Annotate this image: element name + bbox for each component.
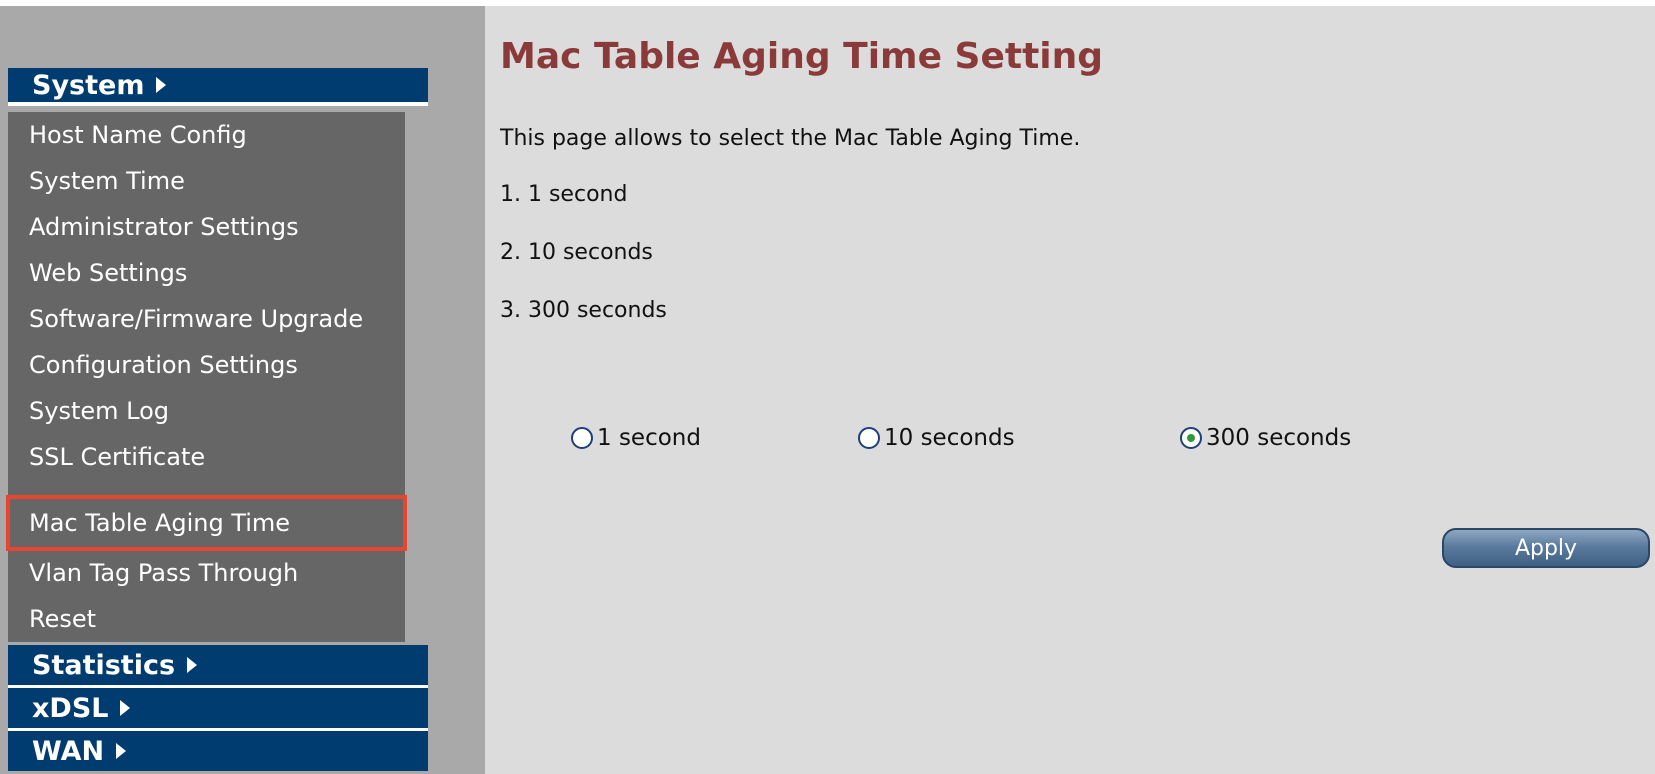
- sidebar-item-software-firmware-upgrade[interactable]: Software/Firmware Upgrade: [8, 296, 405, 342]
- sidebar-section-xdsl[interactable]: xDSL: [8, 688, 428, 728]
- sidebar-item-vlan-tag-pass-through[interactable]: Vlan Tag Pass Through: [8, 550, 405, 596]
- option-list-item: 3. 300 seconds: [500, 298, 667, 323]
- radio-label: 10 seconds: [884, 425, 1015, 451]
- caret-right-icon: [187, 657, 198, 673]
- sidebar-item-label: System Log: [29, 397, 169, 425]
- sidebar-item-system-time[interactable]: System Time: [8, 158, 405, 204]
- sidebar-item-ssl-certificate[interactable]: SSL Certificate: [8, 434, 405, 480]
- sidebar-item-label: Vlan Tag Pass Through: [29, 559, 299, 587]
- sidebar-item-label: System Time: [29, 167, 185, 195]
- sidebar-item-label: Reset: [29, 605, 97, 633]
- sidebar-section-wan[interactable]: WAN: [8, 731, 428, 771]
- option-list-item: 1. 1 second: [500, 182, 628, 207]
- sidebar-section-system[interactable]: System: [8, 68, 428, 102]
- divider: [8, 102, 428, 106]
- page-description: This page allows to select the Mac Table…: [500, 126, 1081, 151]
- sidebar-item-label: Web Settings: [29, 259, 188, 287]
- caret-right-icon: [120, 700, 131, 716]
- sidebar-item-label: SSL Certificate: [29, 443, 206, 471]
- sidebar-item-label: Administrator Settings: [29, 213, 299, 241]
- apply-button[interactable]: Apply: [1442, 528, 1650, 568]
- radio-button[interactable]: [858, 427, 880, 449]
- radio-1-second[interactable]: 1 second: [571, 425, 701, 451]
- radio-10-seconds[interactable]: 10 seconds: [858, 425, 1015, 451]
- main-content: [485, 6, 1655, 774]
- radio-button-checked[interactable]: [1180, 427, 1202, 449]
- radio-300-seconds[interactable]: 300 seconds: [1180, 425, 1351, 451]
- section-label: System: [32, 69, 145, 101]
- sidebar-item-administrator-settings[interactable]: Administrator Settings: [8, 204, 405, 250]
- radio-button[interactable]: [571, 427, 593, 449]
- option-list-item: 2. 10 seconds: [500, 240, 653, 265]
- sidebar-item-configuration-settings[interactable]: Configuration Settings: [8, 342, 405, 388]
- caret-right-icon: [156, 77, 167, 93]
- sidebar-item-label: Software/Firmware Upgrade: [29, 305, 364, 333]
- sidebar-item-web-settings[interactable]: Web Settings: [8, 250, 405, 296]
- sidebar-item-mac-table-aging-time[interactable]: Mac Table Aging Time: [6, 495, 407, 551]
- sidebar-item-host-name-config[interactable]: Host Name Config: [8, 112, 405, 158]
- radio-label: 1 second: [597, 425, 701, 451]
- sidebar-item-reset[interactable]: Reset: [8, 596, 405, 642]
- router-admin-page: System Host Name Config System Time Admi…: [0, 0, 1655, 774]
- sidebar-item-label: Mac Table Aging Time: [29, 509, 291, 537]
- section-label: WAN: [32, 735, 105, 767]
- section-label: Statistics: [32, 649, 176, 681]
- sidebar-item-label: Host Name Config: [29, 121, 247, 149]
- sidebar-item-label: Configuration Settings: [29, 351, 298, 379]
- sidebar-section-statistics[interactable]: Statistics: [8, 645, 428, 685]
- radio-label: 300 seconds: [1206, 425, 1352, 451]
- sidebar-item-system-log[interactable]: System Log: [8, 388, 405, 434]
- section-label: xDSL: [32, 692, 109, 724]
- page-title: Mac Table Aging Time Setting: [500, 36, 1104, 77]
- caret-right-icon: [116, 743, 127, 759]
